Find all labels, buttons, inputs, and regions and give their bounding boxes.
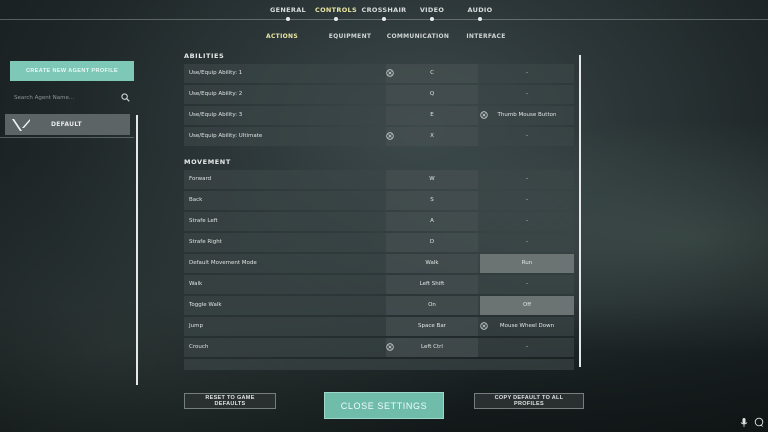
section-title-movement: MOVEMENT: [184, 158, 231, 166]
action-label: Toggle Walk: [189, 302, 222, 308]
tab-video-dot-icon: [430, 17, 434, 21]
tab-audio-dot-icon: [478, 17, 482, 21]
primary-key[interactable]: E: [386, 106, 478, 125]
keybind-row[interactable]: Default Movement Mode Walk Run: [184, 254, 574, 273]
primary-key[interactable]: Left Shift: [386, 275, 478, 294]
primary-key[interactable]: A: [386, 212, 478, 231]
secondary-key[interactable]: -: [480, 170, 574, 189]
primary-key[interactable]: Left Ctrl: [386, 338, 478, 357]
clear-binding-icon[interactable]: [386, 343, 394, 351]
subtab-equipment[interactable]: EQUIPMENT: [329, 33, 372, 40]
action-label: Jump: [189, 323, 203, 329]
action-label: Use/Equip Ability: 2: [189, 91, 243, 97]
chat-icon[interactable]: [754, 417, 764, 428]
primary-key[interactable]: Q: [386, 85, 478, 104]
clear-binding-icon[interactable]: [386, 132, 394, 140]
keybind-row[interactable]: Use/Equip Ability: 3 E Thumb Mouse Butto…: [184, 106, 574, 125]
agent-search: [10, 90, 134, 106]
subtab-communication[interactable]: COMMUNICATION: [387, 33, 450, 40]
top-navigation: GENERAL CONTROLS CROSSHAIR VIDEO AUDIO A…: [0, 0, 768, 50]
keybind-row[interactable]: Back S -: [184, 191, 574, 210]
keybind-row[interactable]: Crouch Left Ctrl -: [184, 338, 574, 357]
action-label: Forward: [189, 176, 212, 182]
microphone-icon[interactable]: [739, 417, 749, 428]
tab-controls[interactable]: CONTROLS: [315, 6, 357, 14]
keybind-row[interactable]: Walk Left Shift -: [184, 275, 574, 294]
secondary-key[interactable]: Thumb Mouse Button: [480, 106, 574, 125]
valorant-logo-icon: [12, 118, 30, 131]
secondary-key[interactable]: -: [480, 85, 574, 104]
secondary-key[interactable]: -: [480, 212, 574, 231]
tab-video[interactable]: VIDEO: [420, 6, 444, 14]
primary-key[interactable]: D: [386, 233, 478, 252]
primary-key[interactable]: W: [386, 170, 478, 189]
secondary-key[interactable]: -: [480, 338, 574, 357]
reset-defaults-button[interactable]: RESET TO GAME DEFAULTS: [184, 393, 276, 409]
profile-label: DEFAULT: [51, 121, 82, 128]
tab-general[interactable]: GENERAL: [270, 6, 306, 14]
profile-scrollbar[interactable]: [136, 115, 138, 385]
primary-key[interactable]: S: [386, 191, 478, 210]
keybind-row[interactable]: Strafe Left A -: [184, 212, 574, 231]
action-label: Strafe Left: [189, 218, 218, 224]
action-label: Crouch: [189, 344, 209, 350]
tab-crosshair[interactable]: CROSSHAIR: [362, 6, 407, 14]
action-label: Default Movement Mode: [189, 260, 257, 266]
copy-default-button[interactable]: COPY DEFAULT TO ALL PROFILES: [474, 393, 584, 409]
option-on[interactable]: On: [386, 296, 478, 315]
search-input[interactable]: [10, 90, 119, 106]
keybind-row[interactable]: Toggle Walk On Off: [184, 296, 574, 315]
action-label: Back: [189, 197, 203, 203]
option-off[interactable]: Off: [480, 296, 574, 315]
action-label: Strafe Right: [189, 239, 222, 245]
secondary-key[interactable]: Mouse Wheel Down: [480, 317, 574, 336]
primary-key[interactable]: X: [386, 127, 478, 146]
secondary-key[interactable]: -: [480, 127, 574, 146]
keybind-row[interactable]: Jump Space Bar Mouse Wheel Down: [184, 317, 574, 336]
profile-item-default[interactable]: DEFAULT: [5, 114, 130, 135]
clear-binding-icon[interactable]: [480, 111, 488, 119]
profile-divider: [0, 137, 134, 138]
keybind-row[interactable]: Strafe Right D -: [184, 233, 574, 252]
tab-controls-dot-icon: [334, 17, 338, 21]
tab-crosshair-dot-icon: [382, 17, 386, 21]
option-walk[interactable]: Walk: [386, 254, 478, 273]
keybind-list: ABILITIES Use/Equip Ability: 1 C - Use/E…: [184, 48, 574, 370]
subtab-interface[interactable]: INTERFACE: [466, 33, 505, 40]
clear-binding-icon[interactable]: [480, 322, 488, 330]
section-title-abilities: ABILITIES: [184, 52, 225, 60]
create-agent-profile-button[interactable]: CREATE NEW AGENT PROFILE: [10, 61, 134, 81]
secondary-key[interactable]: -: [480, 233, 574, 252]
tab-general-dot-icon: [286, 17, 290, 21]
action-label: Use/Equip Ability: Ultimate: [189, 133, 263, 139]
primary-key[interactable]: Space Bar: [386, 317, 478, 336]
keybind-row[interactable]: Use/Equip Ability: Ultimate X -: [184, 127, 574, 146]
option-run[interactable]: Run: [480, 254, 574, 273]
secondary-key[interactable]: -: [480, 64, 574, 83]
keybind-row[interactable]: Use/Equip Ability: 2 Q -: [184, 85, 574, 104]
close-settings-button[interactable]: CLOSE SETTINGS: [324, 392, 444, 419]
keybind-row-partial[interactable]: [184, 359, 574, 370]
action-label: Use/Equip Ability: 1: [189, 70, 243, 76]
subtab-actions[interactable]: ACTIONS: [266, 33, 298, 40]
keybind-row[interactable]: Forward W -: [184, 170, 574, 189]
primary-key[interactable]: C: [386, 64, 478, 83]
action-label: Walk: [189, 281, 203, 287]
action-label: Use/Equip Ability: 3: [189, 112, 243, 118]
tab-audio[interactable]: AUDIO: [468, 6, 493, 14]
keybind-scrollbar[interactable]: [579, 55, 581, 367]
clear-binding-icon[interactable]: [386, 69, 394, 77]
secondary-key[interactable]: -: [480, 191, 574, 210]
keybind-row[interactable]: Use/Equip Ability: 1 C -: [184, 64, 574, 83]
secondary-key[interactable]: -: [480, 275, 574, 294]
search-icon[interactable]: [121, 93, 130, 102]
